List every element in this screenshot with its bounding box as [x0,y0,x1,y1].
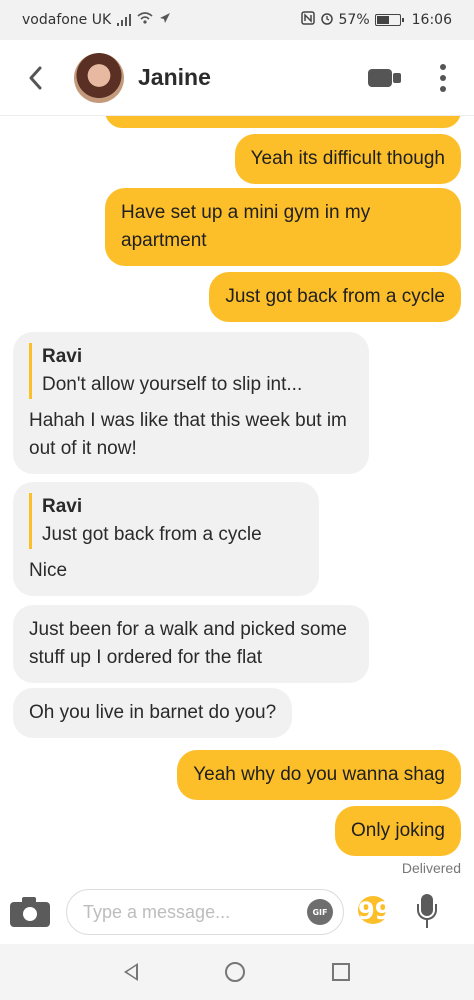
camera-button[interactable] [10,897,50,927]
signal-icon [117,14,132,26]
message-bubble[interactable]: Ravi Don't allow yourself to slip int...… [13,332,369,474]
message-list[interactable]: Yeah its difficult though Have set up a … [0,116,474,880]
message-bubble[interactable]: Only joking [335,806,461,856]
video-camera-icon [368,68,392,87]
message-text: Just been for a walk and picked some stu… [29,619,347,668]
message-bubble[interactable]: Ravi Just got back from a cycle Nice [13,482,319,596]
quoted-text: Just got back from a cycle [42,524,262,545]
back-button[interactable] [0,40,70,116]
message-text: Have set up a mini gym in my apartment [121,202,371,251]
carrier-label: vodafone UK [22,12,112,28]
voice-note-button[interactable] [416,894,438,930]
message-text: Yeah why do you wanna shag [193,764,445,785]
message-bubble[interactable]: Oh you live in barnet do you? [13,688,293,738]
alarm-icon [320,11,334,29]
message-field[interactable]: GIF [66,889,344,935]
message-text: Just got back from a cycle [225,286,445,307]
wifi-icon [137,12,153,28]
message-bubble-partial [105,116,461,128]
clock: 16:06 [411,12,452,28]
video-call-button[interactable] [368,67,402,89]
more-options-button[interactable] [428,63,458,92]
message-bubble[interactable]: Just been for a walk and picked some stu… [13,605,369,683]
more-vertical-icon [440,63,446,70]
chevron-left-icon [29,66,42,89]
delivered-status: Delivered [401,860,461,876]
contact-name[interactable]: Janine [138,64,368,91]
message-bubble[interactable]: Just got back from a cycle [209,272,461,322]
gif-button[interactable]: GIF [307,899,333,925]
message-text: Oh you live in barnet do you? [29,702,277,723]
message-text: Hahah I was like that this week but im o… [29,410,347,459]
nav-back-icon[interactable] [123,963,138,981]
message-text: Only joking [351,820,445,841]
nav-home-icon[interactable] [224,962,245,982]
quoted-reply[interactable]: Ravi Just got back from a cycle [29,493,303,549]
chat-header: Janine [0,40,474,116]
quoted-sender: Ravi [42,346,83,367]
battery-percent: 57% [338,12,370,28]
quoted-sender: Ravi [42,496,83,517]
status-left: vodafone UK [22,12,171,28]
message-bubble[interactable]: Yeah why do you wanna shag [177,750,461,800]
system-nav-bar [0,944,474,1000]
battery-icon [374,14,404,26]
message-text: Nice [29,560,68,581]
location-icon [159,12,171,28]
status-right: 57% 16:06 [300,11,452,29]
message-input[interactable] [83,901,307,923]
speech-bubble-icon: 99 [358,896,392,925]
question-game-button[interactable]: 99 [358,896,394,928]
nfc-icon [300,11,315,29]
message-bubble[interactable]: Yeah its difficult though [234,134,461,184]
quoted-reply[interactable]: Ravi Don't allow yourself to slip int... [29,343,353,399]
contact-avatar[interactable] [74,52,124,103]
message-bubble[interactable]: Have set up a mini gym in my apartment [105,188,461,266]
quoted-text: Don't allow yourself to slip int... [42,374,303,395]
compose-bar: GIF 99 [0,880,474,944]
nav-recents-icon[interactable] [332,963,351,981]
status-bar: vodafone UK 57% 16:06 [0,0,474,40]
message-text: Yeah its difficult though [250,148,445,169]
